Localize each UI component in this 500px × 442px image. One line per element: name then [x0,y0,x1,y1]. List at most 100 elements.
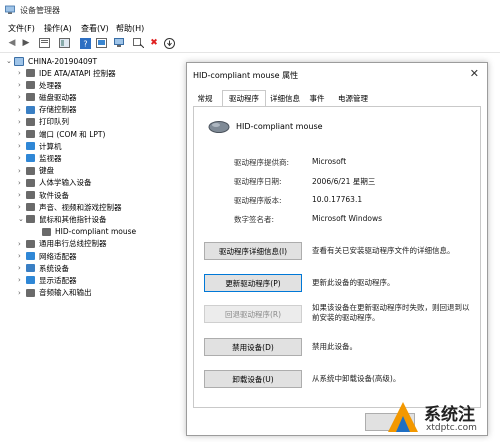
tree-item-label: 键盘 [39,166,54,176]
disable-device-desc: 禁用此设备。 [312,342,357,351]
tree-item-label: 处理器 [39,80,62,90]
tree-category-item[interactable]: › 通用串行总线控制器 [18,238,107,250]
title-bar: 设备管理器 [0,0,500,20]
expand-icon[interactable]: › [18,81,26,89]
menu-action[interactable]: 操作(A) [44,23,72,34]
tree-category-item[interactable]: › 存储控制器 [18,104,77,116]
mouse-icon [208,121,230,133]
properties-dialog: HID-compliant mouse 属性 ✕ 常规 驱动程序 详细信息 事件… [186,62,488,436]
collapse-icon[interactable]: ⌄ [18,215,26,223]
date-label: 驱动程序日期: [234,177,282,186]
tree-item-label: 网络适配器 [39,251,77,261]
tree-category-item[interactable]: › 人体学输入设备 [18,177,92,189]
menu-view[interactable]: 查看(V) [81,23,109,34]
tab-general[interactable]: 常规 [193,92,217,105]
expand-icon[interactable]: › [18,191,26,199]
tree-item-label: 监视器 [39,153,62,163]
tab-power[interactable]: 电源管理 [332,92,374,105]
tree-item-label: 通用串行总线控制器 [39,239,107,249]
expand-icon[interactable]: › [18,289,26,297]
update-driver-icon[interactable] [95,37,107,49]
tree-category-item[interactable]: › 声音、视频和游戏控制器 [18,201,122,213]
tree-item-label: 人体学输入设备 [39,178,92,188]
uninstall-device-button[interactable]: 卸载设备(U) [204,370,302,388]
tree-item-label: 存储控制器 [39,105,77,115]
svg-text:?: ? [83,39,87,48]
enable-device-icon[interactable] [163,37,175,49]
help-icon[interactable]: ? [79,37,91,49]
tree-category-item[interactable]: › 计算机 [18,140,62,152]
signer-value: Microsoft Windows [312,214,382,223]
expand-icon[interactable]: › [18,179,26,187]
tree-item-label: 磁盘驱动器 [39,92,77,102]
expand-icon[interactable]: › [18,252,26,260]
tree-category-item[interactable]: › 磁盘驱动器 [18,91,77,103]
expand-icon[interactable]: › [18,130,26,138]
device-manager-icon [5,5,15,14]
uninstall-device-desc: 从系统中卸载设备(高级)。 [312,374,401,383]
expand-icon[interactable]: › [18,167,26,175]
disable-device-button[interactable]: 禁用设备(D) [204,338,302,356]
expand-icon[interactable]: › [18,240,26,248]
tree-device-item[interactable]: HID-compliant mouse [42,226,136,238]
computer-icon [14,56,24,66]
expand-icon[interactable]: › [18,118,26,126]
expand-icon[interactable]: › [18,264,26,272]
expand-icon[interactable]: › [18,203,26,211]
update-driver-button[interactable]: 更新驱动程序(P) [204,274,302,292]
tree-category-item[interactable]: › 网络适配器 [18,250,77,262]
tree-category-item[interactable]: › 打印队列 [18,116,69,128]
menu-bar: 文件(F) 操作(A) 查看(V) 帮助(H) [0,20,500,35]
rollback-driver-desc: 如果该设备在更新驱动程序时失败，则回退到以前安装的驱动程序。 [312,303,470,322]
expand-icon[interactable]: › [18,69,26,77]
tree-category-item[interactable]: › 监视器 [18,152,62,164]
driver-details-button[interactable]: 驱动程序详细信息(I) [204,242,302,260]
tree-category-item[interactable]: › 显示适配器 [18,274,77,286]
provider-value: Microsoft [312,157,347,166]
forward-icon[interactable]: ▶ [20,37,32,49]
expand-icon[interactable]: › [18,106,26,114]
disable-device-icon[interactable] [132,37,144,49]
menu-help[interactable]: 帮助(H) [116,23,144,34]
dialog-title: HID-compliant mouse 属性 [193,71,299,80]
rollback-driver-button[interactable]: 回退驱动程序(R) [204,305,302,323]
device-category-icon [42,227,51,236]
tab-events[interactable]: 事件 [306,92,328,105]
tree-category-item[interactable]: › IDE ATA/ATAPI 控制器 [18,67,116,79]
expand-icon[interactable]: › [18,93,26,101]
collapse-icon[interactable]: ⌄ [6,57,14,65]
tree-category-item[interactable]: › 音频输入和输出 [18,287,92,299]
device-category-icon [26,276,35,285]
uninstall-icon[interactable]: ✖ [148,37,160,49]
expand-icon[interactable]: › [18,276,26,284]
tree-category-item[interactable]: › 处理器 [18,79,62,91]
tree-category-item[interactable]: › 软件设备 [18,189,69,201]
show-hide-icon[interactable] [58,37,70,49]
toolbar: ◀ ▶ ? ✖ [0,35,500,53]
device-category-icon [26,105,35,114]
tree-item-label: 软件设备 [39,190,69,200]
tree-item-label: 鼠标和其他指针设备 [39,214,107,224]
scan-hardware-icon[interactable] [114,37,126,49]
tab-details[interactable]: 详细信息 [266,92,304,105]
menu-file[interactable]: 文件(F) [8,23,35,34]
tree-category-item[interactable]: › 端口 (COM 和 LPT) [18,128,105,140]
expand-icon[interactable]: › [18,154,26,162]
tree-category-item[interactable]: ⌄ 鼠标和其他指针设备 [18,213,107,225]
watermark: 系统注 xtdptc.com [384,396,496,438]
back-icon[interactable]: ◀ [6,37,18,49]
device-tree: ⌄ CHINA-20190409T › IDE ATA/ATAPI 控制器 › 处理器… [0,53,190,442]
device-category-icon [26,215,35,224]
version-label: 驱动程序版本: [234,196,282,205]
device-category-icon [26,93,35,102]
tab-driver[interactable]: 驱动程序 [222,90,266,106]
tree-category-item[interactable]: › 键盘 [18,165,54,177]
window-title: 设备管理器 [20,6,60,15]
properties-icon[interactable] [38,37,50,49]
close-icon[interactable]: ✕ [470,67,479,80]
tree-root[interactable]: ⌄ CHINA-20190409T [6,55,97,67]
expand-icon[interactable]: › [18,142,26,150]
tree-category-item[interactable]: › 系统设备 [18,262,69,274]
device-name: HID-compliant mouse [236,122,323,131]
tree-item-label: 声音、视频和游戏控制器 [39,202,122,212]
